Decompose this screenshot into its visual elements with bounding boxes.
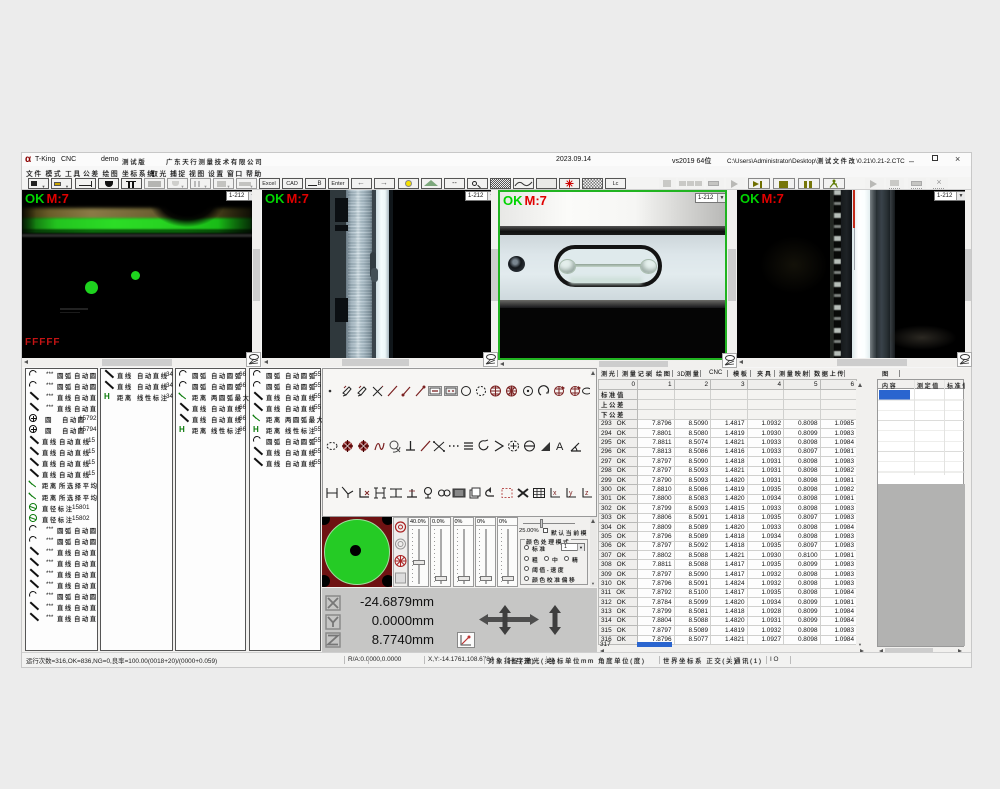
svg-text:A: A xyxy=(556,441,564,453)
svg-text:x: x xyxy=(553,490,557,497)
svg-text:y: y xyxy=(569,490,573,497)
svg-text:z: z xyxy=(585,490,589,497)
